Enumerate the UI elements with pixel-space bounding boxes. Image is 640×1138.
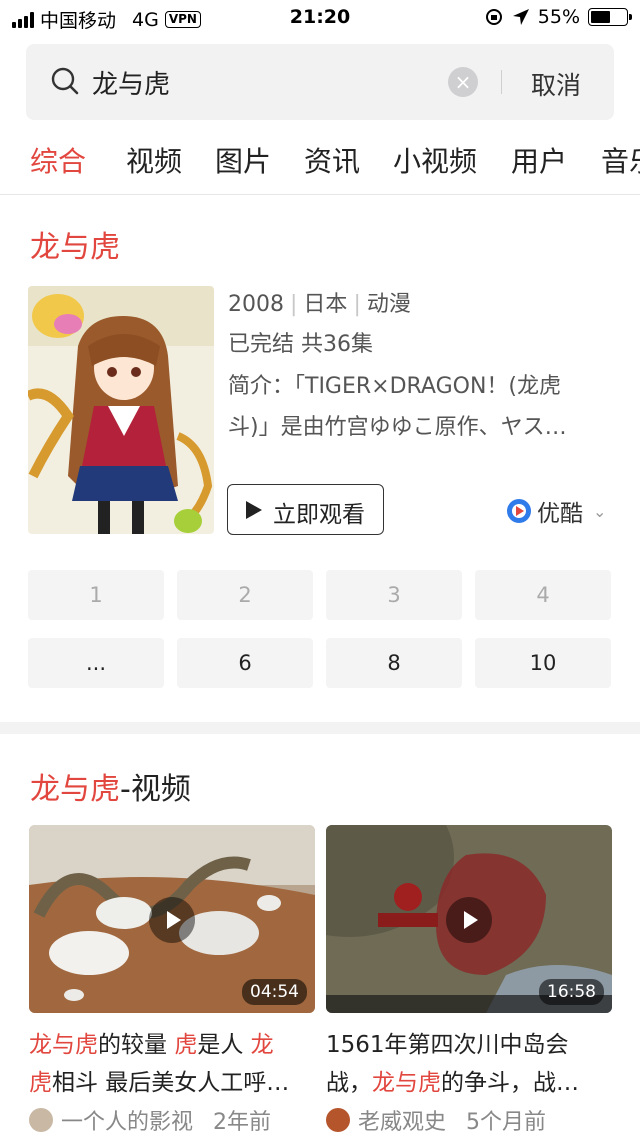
video-title[interactable]: 1561年第四次川中岛会 战，龙与虎的争斗，战… bbox=[326, 1026, 616, 1102]
country: 日本 bbox=[303, 292, 348, 317]
title-text: 相斗 最后美女人工呼… bbox=[52, 1070, 290, 1096]
title-highlight: 龙 bbox=[250, 1032, 274, 1058]
watch-now-label: 立即观看 bbox=[273, 502, 365, 528]
video-section-title[interactable]: 龙与虎-视频 bbox=[30, 764, 191, 808]
video-thumbnail[interactable]: 16:58 bbox=[326, 825, 612, 1013]
title-text: 战， bbox=[326, 1070, 372, 1096]
avatar[interactable] bbox=[29, 1108, 53, 1132]
author-name[interactable]: 一个人的影视 bbox=[61, 1104, 193, 1136]
battery-percent: 55% bbox=[537, 6, 580, 28]
category: 动漫 bbox=[366, 292, 411, 317]
video-duration: 16:58 bbox=[539, 979, 604, 1005]
title-highlight: 龙与虎 bbox=[372, 1070, 441, 1096]
rotation-lock-icon bbox=[485, 9, 502, 25]
video-thumbnail[interactable]: 04:54 bbox=[29, 825, 315, 1013]
search-input[interactable]: 龙与虎 bbox=[92, 64, 170, 101]
title-text: 的争斗，战… bbox=[441, 1070, 579, 1096]
author-name[interactable]: 老威观史 bbox=[358, 1104, 446, 1136]
title-highlight: 龙与虎 bbox=[29, 1032, 98, 1058]
video-title[interactable]: 龙与虎的较量 虎是人 龙 虎相斗 最后美女人工呼… bbox=[29, 1026, 319, 1102]
tab-news[interactable]: 资讯 bbox=[304, 140, 360, 180]
play-icon bbox=[149, 897, 195, 943]
clear-icon[interactable]: × bbox=[448, 67, 478, 97]
play-icon bbox=[446, 897, 492, 943]
search-icon bbox=[51, 67, 79, 95]
search-bar[interactable]: 龙与虎 × 取消 bbox=[26, 44, 614, 120]
description-line: 简介：「TIGER×DRAGON！(龙虎 bbox=[228, 374, 561, 399]
tab-short-video[interactable]: 小视频 bbox=[393, 140, 477, 180]
episode-button[interactable]: 1 bbox=[28, 570, 164, 620]
episode-button[interactable]: 6 bbox=[177, 638, 313, 688]
year: 2008 bbox=[228, 292, 284, 317]
source-label: 优酷 bbox=[537, 501, 583, 527]
tab-all[interactable]: 综合 bbox=[30, 140, 86, 180]
episode-more-button[interactable]: ... bbox=[28, 638, 164, 688]
post-age: 2年前 bbox=[213, 1110, 272, 1135]
video-duration: 04:54 bbox=[242, 979, 307, 1005]
avatar[interactable] bbox=[326, 1108, 350, 1132]
title-suffix: -视频 bbox=[120, 772, 191, 807]
tab-video[interactable]: 视频 bbox=[126, 140, 182, 180]
title-text: 是人 bbox=[197, 1032, 251, 1058]
episode-status: 已完结 共36集 bbox=[228, 332, 373, 357]
battery-icon bbox=[588, 8, 632, 26]
episode-button[interactable]: 8 bbox=[326, 638, 462, 688]
title-text: 的较量 bbox=[98, 1032, 175, 1058]
title-text: 1561年第四次川中岛会 bbox=[326, 1032, 569, 1058]
watch-now-button[interactable]: 立即观看 bbox=[227, 484, 384, 535]
tab-bar: 综合 视频 图片 资讯 小视频 用户 音乐 bbox=[0, 140, 640, 192]
search-divider bbox=[501, 70, 502, 94]
play-icon bbox=[246, 501, 262, 519]
episode-button[interactable]: 10 bbox=[475, 638, 611, 688]
description-line: 斗)」是由竹宫ゆゆこ原作、ヤス… bbox=[228, 415, 567, 440]
episode-button[interactable]: 4 bbox=[475, 570, 611, 620]
status-bar: 中国移动 4G VPN 21:20 55% bbox=[0, 0, 640, 36]
tab-images[interactable]: 图片 bbox=[215, 140, 271, 180]
chevron-down-icon: ⌄ bbox=[593, 501, 607, 521]
title-highlight: 虎 bbox=[174, 1032, 198, 1058]
tab-users[interactable]: 用户 bbox=[511, 140, 567, 180]
result-title[interactable]: 龙与虎 bbox=[30, 222, 120, 266]
description[interactable]: 简介：「TIGER×DRAGON！(龙虎 斗)」是由竹宫ゆゆこ原作、ヤス… bbox=[228, 366, 600, 448]
info-line: 2008 | 日本 | 动漫 bbox=[228, 292, 411, 317]
video-meta: 一个人的影视 2年前 bbox=[29, 1104, 271, 1136]
section-divider bbox=[0, 722, 640, 734]
post-age: 5个月前 bbox=[466, 1110, 547, 1135]
poster-image[interactable] bbox=[28, 286, 214, 534]
video-meta: 老威观史 5个月前 bbox=[326, 1104, 546, 1136]
cancel-button[interactable]: 取消 bbox=[531, 66, 581, 102]
source-selector[interactable]: 优酷 ⌄ bbox=[507, 494, 606, 528]
title-highlight: 龙与虎 bbox=[30, 772, 120, 807]
youku-icon bbox=[507, 499, 531, 523]
tab-music[interactable]: 音乐 bbox=[601, 140, 640, 180]
episode-button[interactable]: 2 bbox=[177, 570, 313, 620]
tabs-divider bbox=[0, 194, 640, 195]
episode-button[interactable]: 3 bbox=[326, 570, 462, 620]
location-icon bbox=[512, 9, 529, 25]
title-highlight: 虎 bbox=[29, 1070, 52, 1096]
